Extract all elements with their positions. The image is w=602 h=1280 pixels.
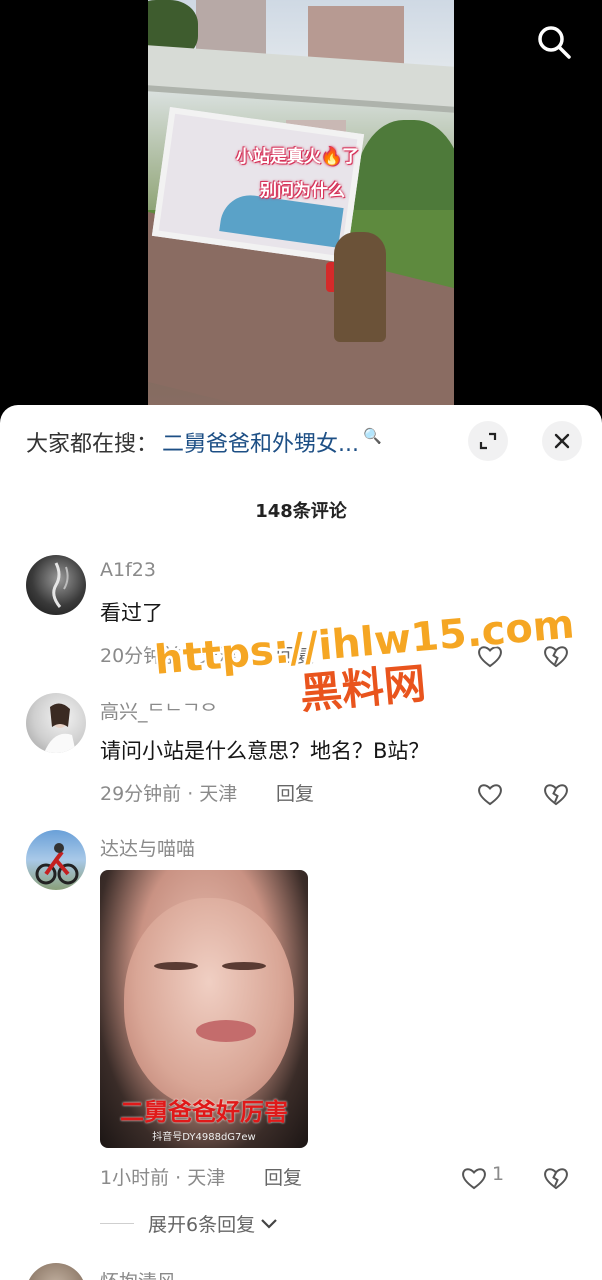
reply-button[interactable]: 回复: [276, 779, 314, 806]
broken-heart-icon[interactable]: [542, 1164, 570, 1192]
comment-text: 请问小站是什么意思？地名？B站？: [100, 739, 430, 763]
broken-heart-icon[interactable]: [542, 642, 570, 670]
video-player[interactable]: 小站是真火🔥了 别问为什么: [0, 0, 602, 420]
avatar[interactable]: [26, 693, 86, 753]
trending-search-query[interactable]: 二舅爸爸和外甥女...: [162, 426, 359, 458]
expand-divider: [100, 1223, 134, 1224]
chevron-down-icon: [261, 1218, 277, 1229]
expand-button[interactable]: [468, 421, 508, 461]
avatar[interactable]: [26, 830, 86, 890]
bus-stop-roof: [148, 45, 454, 113]
comment-image-lips: [196, 1020, 256, 1042]
close-icon: [554, 433, 570, 449]
comment-item: A1f23 看过了 20分钟前 · 天津 回复: [0, 555, 602, 675]
avatar[interactable]: [26, 1263, 86, 1280]
comment-count: 148条评论: [255, 501, 347, 522]
expand-icon: [479, 432, 497, 450]
video-frame: 小站是真火🔥了 别问为什么: [148, 0, 454, 420]
reply-button[interactable]: 回复: [264, 1163, 302, 1190]
expand-replies-label: 展开6条回复: [148, 1214, 256, 1236]
video-caption-line1: 小站是真火🔥了: [236, 147, 360, 167]
comment-meta: 29分钟前 · 天津: [100, 783, 238, 805]
comments-sheet: 大家都在搜： 二舅爸爸和外甥女... 🔍 148条评论 A1f23 看过了 20…: [0, 405, 602, 1280]
comment-item: 达达与喵喵 二舅爸爸好厉害 抖音号DY4988dG7ew 1小时前 · 天津 回…: [0, 830, 602, 1270]
comment-image-caption: 二舅爸爸好厉害: [120, 1098, 288, 1126]
avatar[interactable]: [26, 555, 86, 615]
heart-icon[interactable]: [476, 642, 504, 670]
comment-username[interactable]: 高兴_ᄃᄂᄀᄋ: [100, 697, 217, 724]
comment-item: 怀抱清风: [0, 1263, 602, 1280]
comment-image-eye: [222, 962, 266, 970]
close-button[interactable]: [542, 421, 582, 461]
comment-image-face: [124, 898, 294, 1108]
comment-meta: 20分钟前 · 天津: [100, 645, 238, 667]
reply-button[interactable]: 回复: [276, 641, 314, 668]
like-count: 1: [492, 1163, 505, 1185]
comment-text: 看过了: [100, 601, 163, 625]
comment-username[interactable]: 怀抱清风: [100, 1267, 176, 1280]
comment-username[interactable]: A1f23: [100, 559, 156, 581]
search-icon[interactable]: [534, 22, 574, 62]
video-person: [334, 232, 386, 342]
comment-image[interactable]: 二舅爸爸好厉害 抖音号DY4988dG7ew: [100, 870, 308, 1148]
heart-icon[interactable]: [460, 1164, 488, 1192]
comment-image-watermark: 抖音号DY4988dG7ew: [152, 1132, 256, 1143]
trending-search-bar[interactable]: 大家都在搜： 二舅爸爸和外甥女... 🔍: [26, 427, 382, 457]
comment-meta: 1小时前 · 天津: [100, 1167, 226, 1189]
trending-search-prefix: 大家都在搜：: [26, 432, 159, 457]
heart-icon[interactable]: [476, 780, 504, 808]
avatar-image: [44, 703, 76, 753]
video-caption-line2: 别问为什么: [260, 181, 345, 201]
comment-image-eye: [154, 962, 198, 970]
search-mini-icon: 🔍: [363, 427, 382, 445]
comment-username[interactable]: 达达与喵喵: [100, 834, 195, 861]
comment-item: 高兴_ᄃᄂᄀᄋ 请问小站是什么意思？地名？B站？ 29分钟前 · 天津 回复: [0, 693, 602, 813]
avatar-image: [52, 562, 69, 608]
broken-heart-icon[interactable]: [542, 780, 570, 808]
avatar-image: [35, 843, 79, 885]
expand-replies-button[interactable]: 展开6条回复: [100, 1210, 279, 1237]
